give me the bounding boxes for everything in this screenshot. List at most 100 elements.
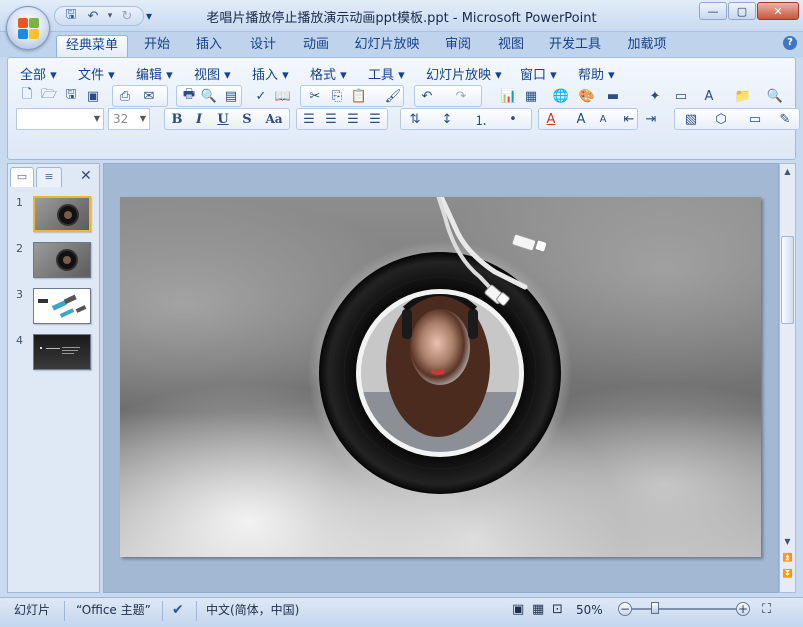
tab-view[interactable]: 视图: [490, 35, 532, 57]
save-file-icon[interactable]: 🖫: [60, 85, 82, 107]
next-slide-icon[interactable]: ⏬: [780, 566, 795, 581]
print-preview-icon[interactable]: ⎙: [114, 85, 136, 107]
hyperlink-icon[interactable]: 🌐: [550, 85, 572, 107]
new-document-icon[interactable]: 🗋: [16, 85, 38, 107]
menu-tools[interactable]: 工具 ▾: [368, 64, 405, 83]
tab-slideshow[interactable]: 幻灯片放映: [348, 35, 426, 57]
new-slide-icon[interactable]: ✦: [644, 85, 666, 107]
tab-review[interactable]: 审阅: [437, 35, 479, 57]
chart-icon[interactable]: 📊: [498, 85, 520, 107]
outline-tab-icon[interactable]: ≡: [36, 167, 62, 187]
tab-insert[interactable]: 插入: [188, 35, 230, 57]
scroll-up-icon[interactable]: ▲: [780, 164, 795, 179]
bold-button[interactable]: B: [166, 108, 188, 130]
justify-icon[interactable]: ☰: [364, 108, 386, 130]
research-icon[interactable]: ▤: [220, 85, 242, 107]
tab-animations[interactable]: 动画: [295, 35, 337, 57]
menu-help[interactable]: 帮助 ▾: [578, 64, 615, 83]
underline-button[interactable]: U: [212, 108, 234, 130]
font-name-field[interactable]: ▼: [16, 108, 104, 130]
change-case-button[interactable]: Aa: [260, 108, 288, 130]
permission-icon[interactable]: ▣: [82, 85, 104, 107]
maximize-button[interactable]: ▢: [728, 2, 756, 20]
normal-view-icon[interactable]: ▣: [512, 601, 524, 621]
preview-icon[interactable]: 🔍: [198, 85, 220, 107]
tab-design[interactable]: 设计: [242, 35, 284, 57]
fit-to-window-icon[interactable]: ⛶: [762, 601, 771, 621]
zoom-icon[interactable]: 🔍: [764, 85, 786, 107]
menu-window[interactable]: 窗口 ▾: [520, 64, 557, 83]
tab-add-ins[interactable]: 加载项: [619, 35, 675, 57]
numbering-icon[interactable]: ⒈: [470, 108, 492, 130]
menu-slideshow[interactable]: 幻灯片放映 ▾: [426, 64, 502, 83]
menu-all[interactable]: 全部 ▾: [20, 64, 57, 83]
bullets-icon[interactable]: •: [502, 108, 524, 130]
shape-fill-icon[interactable]: ▭: [744, 108, 766, 130]
zoom-out-icon[interactable]: −: [618, 602, 632, 616]
increase-indent-icon[interactable]: ⇥: [640, 108, 662, 130]
tab-home[interactable]: 开始: [136, 35, 178, 57]
textbox-icon[interactable]: A: [698, 85, 720, 107]
office-button[interactable]: [6, 6, 50, 50]
slide-thumbnail-4[interactable]: 4: [13, 334, 98, 374]
align-right-icon[interactable]: ☰: [342, 108, 364, 130]
copy-icon[interactable]: ⎘: [326, 85, 348, 107]
research-book-icon[interactable]: 📖: [272, 85, 294, 107]
help-icon[interactable]: ?: [783, 36, 797, 50]
spelling-icon[interactable]: ✓: [250, 85, 272, 107]
align-center-icon[interactable]: ☰: [320, 108, 342, 130]
arrange-icon[interactable]: ▧: [680, 108, 702, 130]
font-color-icon[interactable]: A: [540, 108, 562, 130]
scrollbar-thumb[interactable]: [781, 236, 794, 324]
menu-view[interactable]: 视图 ▾: [194, 64, 231, 83]
slide-thumbnail-2[interactable]: 2: [13, 242, 98, 282]
menu-edit[interactable]: 编辑 ▾: [136, 64, 173, 83]
paste-icon[interactable]: 📋: [348, 85, 370, 107]
zoom-slider[interactable]: [632, 608, 736, 610]
decrease-indent-icon[interactable]: ⇤: [618, 108, 640, 130]
minimize-button[interactable]: —: [699, 2, 727, 20]
redo-toolbar-icon[interactable]: ↷: [450, 85, 472, 107]
shape-outline-icon[interactable]: ✎: [774, 108, 796, 130]
color-scheme-icon[interactable]: 🎨: [576, 85, 598, 107]
close-panel-icon[interactable]: ✕: [80, 168, 92, 184]
format-painter-icon[interactable]: 🖌: [382, 85, 404, 107]
print-icon[interactable]: 🖶: [178, 85, 200, 107]
align-left-icon[interactable]: ☰: [298, 108, 320, 130]
slides-tab-icon[interactable]: ▭: [10, 167, 34, 187]
table-icon[interactable]: ▦: [520, 85, 542, 107]
slide-sorter-icon[interactable]: ▦: [532, 601, 544, 621]
close-button[interactable]: ✕: [757, 2, 799, 20]
zoom-level[interactable]: 50%: [576, 601, 603, 621]
scroll-down-icon[interactable]: ▼: [780, 534, 795, 549]
slide-canvas[interactable]: [120, 197, 761, 557]
shapes-icon[interactable]: ⬡: [710, 108, 732, 130]
text-direction-icon[interactable]: ⇅: [404, 108, 426, 130]
previous-slide-icon[interactable]: ⏫: [780, 550, 795, 565]
spelling-check-icon[interactable]: ✔: [172, 601, 184, 621]
menu-format[interactable]: 格式 ▾: [310, 64, 347, 83]
language-indicator[interactable]: 中文(简体，中国): [206, 601, 299, 621]
email-icon[interactable]: ✉: [138, 85, 160, 107]
slideshow-view-icon[interactable]: ⊡: [552, 601, 563, 621]
menu-insert[interactable]: 插入 ▾: [252, 64, 289, 83]
cut-icon[interactable]: ✂: [304, 85, 326, 107]
undo-toolbar-icon[interactable]: ↶: [416, 85, 438, 107]
italic-button[interactable]: I: [188, 108, 210, 130]
vertical-scrollbar[interactable]: ▲ ▼ ⏫ ⏬: [779, 163, 796, 593]
grow-font-icon[interactable]: A: [570, 108, 592, 130]
slide-thumbnail-3[interactable]: 3: [13, 288, 98, 328]
font-size-field[interactable]: 32 ▼: [108, 108, 150, 130]
tab-classic-menu[interactable]: 经典菜单: [56, 35, 128, 57]
line-spacing-icon[interactable]: ↕: [436, 108, 458, 130]
zoom-in-icon[interactable]: +: [736, 602, 750, 616]
folder-icon[interactable]: 📁: [732, 85, 754, 107]
tab-developer[interactable]: 开发工具: [543, 35, 607, 57]
zoom-slider-thumb[interactable]: [651, 602, 659, 614]
slide-layout-icon[interactable]: ▭: [670, 85, 692, 107]
open-folder-icon[interactable]: 🗁: [38, 85, 60, 107]
fill-color-icon[interactable]: ▬: [602, 85, 624, 107]
menu-file[interactable]: 文件 ▾: [78, 64, 115, 83]
shrink-font-icon[interactable]: A: [592, 108, 614, 130]
shadow-button[interactable]: S: [236, 108, 258, 130]
